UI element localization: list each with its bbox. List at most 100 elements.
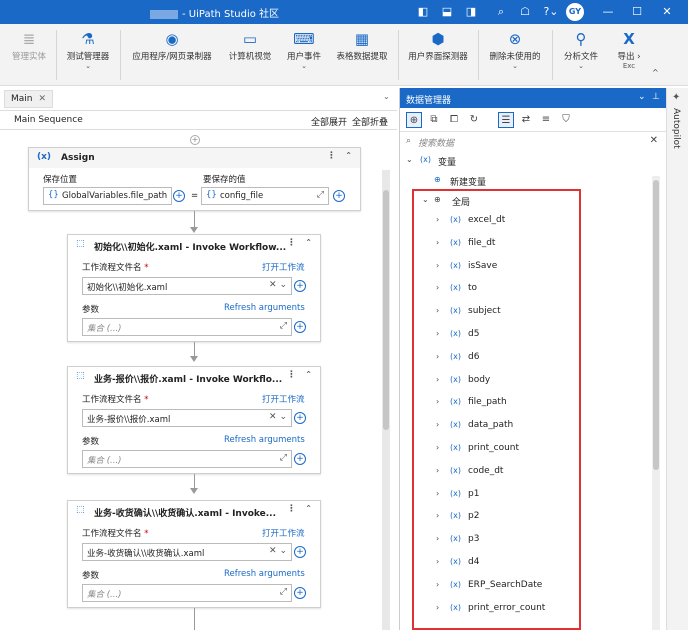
save-to-input[interactable]: {} GlobalVariables.file_path xyxy=(43,187,172,205)
add-icon[interactable]: + xyxy=(294,321,306,333)
arguments-input[interactable]: 集合 (...) ⤢ xyxy=(82,318,292,336)
close-button[interactable]: ✕ xyxy=(658,3,676,21)
table-extraction-button[interactable]: ▦ 表格数据提取 xyxy=(330,28,394,62)
layout-left-icon[interactable]: ◧ xyxy=(414,3,432,21)
invoke-workflow-activity[interactable]: ⬚ 业务-报价\\报价.xaml - Invoke Workflo... ⋮ ⌃… xyxy=(67,366,321,474)
variable-item[interactable]: › (x) d5 xyxy=(400,326,650,344)
arguments-input[interactable]: 集合 (...) ⤢ xyxy=(82,450,292,468)
expand-icon[interactable]: ⤢ xyxy=(280,321,287,331)
add-activity-icon[interactable]: + xyxy=(190,135,200,145)
collapse-icon[interactable]: ⌃ xyxy=(345,151,352,160)
remove-unused-button[interactable]: ⊗ 删除未使用的 ⌄ xyxy=(482,28,548,70)
variable-item[interactable]: › (x) to xyxy=(400,280,650,298)
list-view-icon[interactable]: ☰ xyxy=(498,112,514,128)
variable-item[interactable]: › (x) p2 xyxy=(400,508,650,526)
scrollbar-thumb[interactable] xyxy=(383,190,389,430)
more-icon[interactable]: ⋮ xyxy=(327,151,336,161)
chevron-right-icon[interactable]: › xyxy=(436,397,439,406)
add-icon[interactable]: + xyxy=(333,190,345,202)
chevron-right-icon[interactable]: › xyxy=(436,329,439,338)
invoke-workflow-activity[interactable]: ⬚ 初始化\\初始化.xaml - Invoke Workflow... ⋮ ⌃… xyxy=(67,234,321,342)
tree-node-global[interactable]: ⌄ ⊕ 全局 xyxy=(400,192,650,210)
variable-item[interactable]: › (x) excel_dt xyxy=(400,212,650,230)
variable-item[interactable]: › (x) body xyxy=(400,372,650,390)
clear-dropdown-icon[interactable]: ✕ ⌄ xyxy=(269,546,287,556)
more-icon[interactable]: ⋮ xyxy=(287,370,296,380)
chevron-right-icon[interactable]: › xyxy=(436,215,439,224)
variable-item[interactable]: › (x) subject xyxy=(400,303,650,321)
collapse-icon[interactable]: ⌃ xyxy=(305,370,312,379)
add-icon[interactable]: + xyxy=(294,587,306,599)
test-manager-button[interactable]: ⚗ 测试管理器 ⌄ xyxy=(60,28,116,70)
open-workflow-link[interactable]: 打开工作流 xyxy=(262,261,305,273)
variable-item[interactable]: › (x) file_path xyxy=(400,394,650,412)
variable-item[interactable]: › (x) data_path xyxy=(400,417,650,435)
ui-explorer-button[interactable]: ⬢ 用户界面探测器 xyxy=(402,28,474,62)
add-icon[interactable]: + xyxy=(294,280,306,292)
chevron-down-icon[interactable]: ⌄ xyxy=(638,92,646,102)
avatar[interactable]: GY xyxy=(566,3,584,21)
arguments-input[interactable]: 集合 (...) ⤢ xyxy=(82,584,292,602)
feedback-icon[interactable]: ☖ xyxy=(516,3,534,21)
variable-item[interactable]: › (x) file_dt xyxy=(400,235,650,253)
variable-item[interactable]: › (x) d6 xyxy=(400,349,650,367)
workflow-file-input[interactable]: 初始化\\初始化.xaml ✕ ⌄ xyxy=(82,277,292,295)
refresh-arguments-link[interactable]: Refresh arguments xyxy=(224,303,305,313)
copy-icon[interactable]: ⧉ xyxy=(426,112,442,128)
chevron-right-icon[interactable]: › xyxy=(436,283,439,292)
add-icon[interactable]: + xyxy=(294,412,306,424)
chevron-right-icon[interactable]: › xyxy=(436,443,439,452)
user-events-button[interactable]: ⌨ 用户事件 ⌄ xyxy=(280,28,328,70)
add-icon[interactable]: + xyxy=(173,190,185,202)
variable-item[interactable]: › (x) isSave xyxy=(400,258,650,276)
search-input[interactable]: ⌕ 搜索数据 ✕ xyxy=(400,133,666,151)
expand-icon[interactable]: ⤢ xyxy=(280,453,287,463)
open-workflow-link[interactable]: 打开工作流 xyxy=(262,393,305,405)
chevron-right-icon[interactable]: › xyxy=(436,375,439,384)
help-icon[interactable]: ?⌄ xyxy=(540,3,562,21)
layout-right-icon[interactable]: ◨ xyxy=(462,3,480,21)
collapse-icon[interactable]: ⌃ xyxy=(305,238,312,247)
app-web-recorder-button[interactable]: ◉ 应用程序/网页录制器 xyxy=(124,28,220,62)
variable-item[interactable]: › (x) ERP_SearchDate xyxy=(400,577,650,595)
variable-item[interactable]: › (x) code_dt xyxy=(400,463,650,481)
more-icon[interactable]: ⋮ xyxy=(287,238,296,248)
analyze-file-button[interactable]: ⚲ 分析文件 ⌄ xyxy=(556,28,606,70)
refresh-arguments-link[interactable]: Refresh arguments xyxy=(224,569,305,579)
chevron-down-icon[interactable]: ⌄ xyxy=(383,92,390,101)
refresh-arguments-link[interactable]: Refresh arguments xyxy=(224,435,305,445)
chevron-right-icon[interactable]: › xyxy=(436,238,439,247)
chevron-right-icon[interactable]: › xyxy=(436,580,439,589)
collapse-all-button[interactable]: 全部折叠 xyxy=(352,115,388,128)
chevron-right-icon[interactable]: › xyxy=(436,420,439,429)
chevron-down-icon[interactable]: ⌄ xyxy=(406,155,413,164)
minimize-button[interactable]: — xyxy=(599,3,617,21)
data-panel-scrollbar[interactable] xyxy=(652,176,660,630)
open-workflow-link[interactable]: 打开工作流 xyxy=(262,527,305,539)
assign-activity[interactable]: (x) Assign ⋮ ⌃ 保存位置 要保存的值 {} GlobalVariab… xyxy=(28,147,361,211)
tab-main[interactable]: Main ✕ xyxy=(4,90,54,108)
add-data-icon[interactable]: ⊕ xyxy=(406,112,422,128)
variable-item[interactable]: › (x) p3 xyxy=(400,531,650,549)
close-icon[interactable]: ✕ xyxy=(39,94,47,104)
sort-icon[interactable]: ⇄ xyxy=(518,112,534,128)
computer-vision-button[interactable]: ▭ 计算机视觉 xyxy=(222,28,278,62)
collapse-icon[interactable]: ⌃ xyxy=(305,504,312,513)
paste-icon[interactable]: ⧠ xyxy=(446,112,462,128)
clear-dropdown-icon[interactable]: ✕ ⌄ xyxy=(269,280,287,290)
ribbon-collapse-button[interactable]: ^ xyxy=(652,68,659,77)
add-icon[interactable]: + xyxy=(294,453,306,465)
workflow-file-input[interactable]: 业务-报价\\报价.xaml ✕ ⌄ xyxy=(82,409,292,427)
expand-icon[interactable]: ⤢ xyxy=(280,587,287,597)
new-variable-item[interactable]: ⊕ 新建变量 xyxy=(400,172,650,190)
chevron-right-icon[interactable]: › xyxy=(436,511,439,520)
manage-entities-button[interactable]: ≣ 管理实体 xyxy=(4,28,54,62)
more-icon[interactable]: ⋮ xyxy=(287,504,296,514)
chevron-down-icon[interactable]: ⌄ xyxy=(422,195,429,204)
export-excel-button[interactable]: X 导出 › Exc xyxy=(612,28,646,70)
chevron-right-icon[interactable]: › xyxy=(436,306,439,315)
chevron-right-icon[interactable]: › xyxy=(436,261,439,270)
variable-item[interactable]: › (x) print_error_count xyxy=(400,600,650,618)
chevron-right-icon[interactable]: › xyxy=(436,489,439,498)
workflow-canvas[interactable]: + (x) Assign ⋮ ⌃ 保存位置 要保存的值 {} GlobalVari… xyxy=(0,131,381,630)
